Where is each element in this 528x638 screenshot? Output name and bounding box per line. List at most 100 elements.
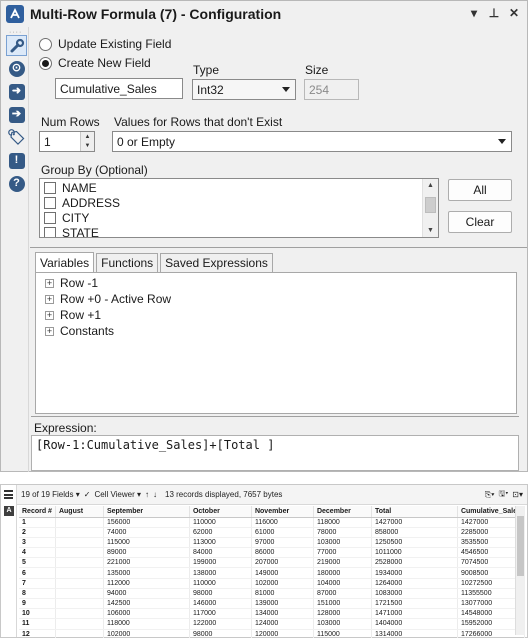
create-new-option[interactable]: Create New Field — [39, 56, 151, 70]
record-number-cell: 10 — [19, 608, 56, 620]
tab-functions[interactable]: Functions — [96, 253, 159, 272]
scroll-thumb[interactable] — [517, 516, 524, 576]
type-label: Type — [193, 63, 220, 77]
clear-button[interactable]: Clear — [448, 211, 512, 233]
expand-icon[interactable]: + — [45, 310, 54, 320]
table-row[interactable]: 12 102000 98000 120000 115000 1314000 17266000 — [19, 629, 525, 638]
messages-tool-button[interactable]: ! — [6, 150, 27, 171]
chevron-down-icon — [498, 139, 506, 144]
table-cell: 102000 — [251, 578, 314, 589]
table-cell: 118000 — [103, 618, 190, 630]
column-header[interactable]: Record # — [19, 506, 56, 518]
column-header[interactable]: September — [103, 506, 190, 518]
record-number-cell: 1 — [19, 517, 56, 528]
menu-lines-icon[interactable] — [4, 490, 13, 499]
window-title: Multi-Row Formula (7) - Configuration — [30, 6, 282, 22]
checkbox[interactable] — [44, 211, 56, 224]
table-row[interactable]: 5 221000 199000 207000 219000 2528000 7074500 — [19, 557, 525, 569]
options-icon[interactable]: ⊡▾ — [512, 490, 523, 499]
dropdown-menu-icon[interactable]: ▾ — [465, 4, 483, 22]
tree-node-row-minus-1[interactable]: + Row -1 — [36, 275, 516, 291]
table-cell — [55, 567, 104, 579]
table-row[interactable]: 11 118000 122000 124000 103000 1404000 1595200… — [19, 618, 525, 630]
list-item[interactable]: STATE — [40, 225, 438, 238]
list-item[interactable]: ADDRESS — [40, 195, 438, 210]
new-field-name-input[interactable]: Cumulative_Sales — [55, 78, 183, 99]
results-scrollbar[interactable] — [515, 506, 525, 635]
table-row[interactable]: 10 106000 117000 134000 128000 1471000 1454800… — [19, 608, 525, 620]
tree-node-constants[interactable]: + Constants — [36, 323, 516, 339]
column-header[interactable]: Total — [371, 506, 458, 518]
table-row[interactable]: 3 115000 113000 97000 103000 1250500 3535500 — [19, 537, 525, 549]
column-header[interactable]: November — [251, 506, 314, 518]
checkbox[interactable] — [44, 196, 56, 209]
table-cell: 221000 — [103, 557, 190, 569]
table-row[interactable]: 8 94000 98000 81000 87000 1083000 11355500 — [19, 588, 525, 600]
check-icon[interactable]: ✓ — [84, 490, 91, 499]
table-cell: 74000 — [103, 527, 190, 538]
stepper-down-icon[interactable]: ▼ — [81, 141, 94, 151]
help-tool-button[interactable]: ? — [6, 173, 27, 194]
close-icon[interactable]: ✕ — [505, 4, 523, 22]
select-all-button[interactable]: All — [448, 179, 512, 201]
list-item[interactable]: NAME — [40, 180, 438, 195]
column-header[interactable]: August — [55, 506, 104, 518]
list-item-label: ADDRESS — [62, 195, 121, 210]
tree-node-label: Row +0 - Active Row — [60, 292, 172, 306]
type-select[interactable]: Int32 — [192, 79, 296, 100]
splitter[interactable] — [31, 416, 519, 417]
group-by-scrollbar[interactable]: ▲ ▼ — [422, 179, 438, 237]
table-cell: 115000 — [103, 537, 190, 549]
tab-variables[interactable]: Variables — [35, 252, 95, 272]
table-row[interactable]: 6 135000 138000 149000 180000 1934000 9008500 — [19, 567, 525, 579]
nonexistent-select[interactable]: 0 or Empty — [112, 131, 512, 152]
copy-icon[interactable]: ⎘▾ — [485, 490, 495, 500]
scroll-down-icon[interactable]: ▼ — [427, 227, 434, 234]
annotation-tool-button[interactable]: ⊙ — [6, 58, 27, 79]
checkbox[interactable] — [44, 181, 56, 194]
expand-icon[interactable]: + — [45, 294, 54, 304]
cell-viewer-selector[interactable]: Cell Viewer ▾ — [94, 490, 141, 499]
expression-editor[interactable]: [Row-1:Cumulative_Sales]+[Total ] — [31, 435, 519, 471]
table-cell: 104000 — [313, 578, 372, 589]
configuration-tool-button[interactable] — [6, 35, 27, 56]
wrench-icon — [10, 38, 24, 52]
table-cell — [55, 578, 104, 589]
tag-tool-button[interactable]: 🏷 — [6, 127, 27, 148]
arrow-up-icon[interactable]: ↑ — [145, 490, 149, 499]
checkbox[interactable] — [44, 226, 56, 237]
tree-node-row-plus-1[interactable]: + Row +1 — [36, 307, 516, 323]
tree-node-active-row[interactable]: + Row +0 - Active Row — [36, 291, 516, 307]
expand-icon[interactable]: + — [45, 326, 54, 336]
arrow-down-icon[interactable]: ↓ — [153, 490, 157, 499]
table-cell — [55, 598, 104, 610]
stepper-up-icon[interactable]: ▲ — [81, 132, 94, 142]
tab-saved-expressions[interactable]: Saved Expressions — [160, 253, 273, 272]
output-tool-button[interactable]: ➔ — [6, 104, 27, 125]
fields-selector[interactable]: 19 of 19 Fields ▾ — [21, 490, 80, 499]
table-cell — [55, 517, 104, 528]
record-number-cell: 5 — [19, 557, 56, 569]
update-existing-option[interactable]: Update Existing Field — [39, 37, 171, 51]
pin-icon[interactable]: ⊥ — [485, 4, 503, 22]
create-new-radio[interactable] — [39, 56, 52, 70]
column-header[interactable]: October — [189, 506, 252, 518]
table-row[interactable]: 9 142500 146000 139000 151000 1721500 13077000 — [19, 598, 525, 610]
expand-icon[interactable]: + — [45, 278, 54, 288]
scroll-thumb[interactable] — [425, 197, 436, 213]
num-rows-stepper[interactable]: 1 ▲ ▼ — [39, 131, 95, 152]
table-row[interactable]: 1 156000 110000 116000 118000 1427000 1427000 — [19, 517, 525, 528]
table-row[interactable]: 4 89000 84000 86000 77000 1011000 4546500 — [19, 547, 525, 559]
table-row[interactable]: 2 74000 62000 61000 78000 858000 2285000 — [19, 527, 525, 538]
save-icon[interactable]: 🖫▾ — [499, 488, 509, 502]
update-existing-radio[interactable] — [39, 37, 52, 51]
column-header[interactable]: December — [313, 506, 372, 518]
list-item-label: STATE — [62, 225, 99, 238]
list-item[interactable]: CITY — [40, 210, 438, 225]
tree-node-label: Row -1 — [60, 276, 99, 290]
input-tool-button[interactable]: ➜ — [6, 81, 27, 102]
table-cell: 135000 — [103, 567, 190, 579]
scroll-up-icon[interactable]: ▲ — [427, 182, 434, 189]
table-row[interactable]: 7 112000 110000 102000 104000 1264000 10272500 — [19, 578, 525, 589]
a-badge-icon[interactable]: A — [4, 506, 14, 516]
